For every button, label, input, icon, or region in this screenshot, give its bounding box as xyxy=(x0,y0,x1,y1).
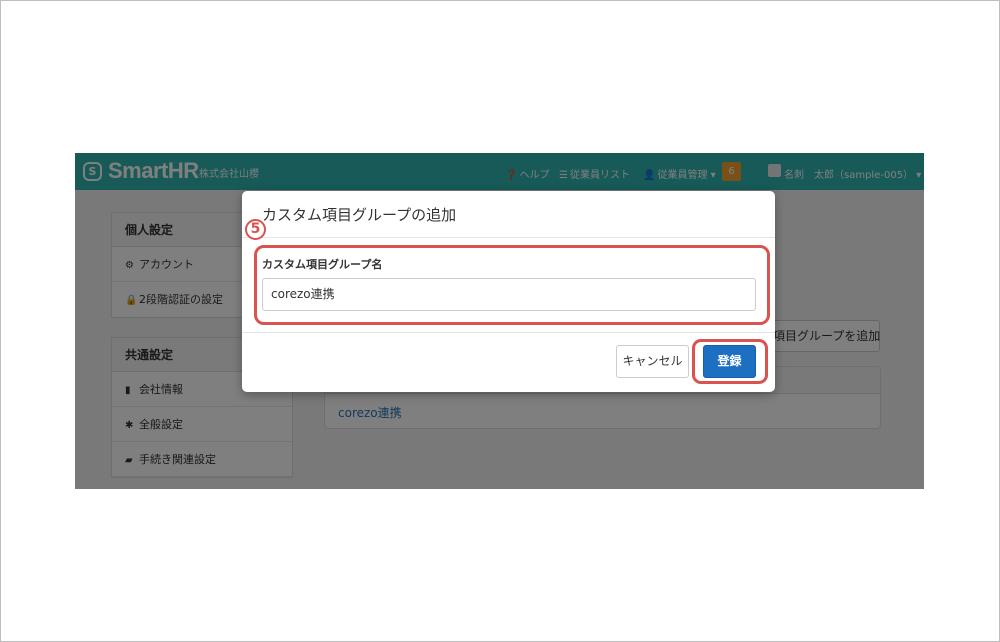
group-name-input[interactable]: corezo連携 xyxy=(262,278,756,311)
app-screenshot: S SmartHR 株式会社山櫻 ❓ヘルプ ☰従業員リスト 👤従業員管理 ▾ 6… xyxy=(75,153,924,489)
divider xyxy=(242,332,775,333)
register-button[interactable]: 登録 xyxy=(703,345,756,378)
divider xyxy=(242,237,775,238)
group-name-label: カスタム項目グループ名 xyxy=(262,258,383,271)
dialog-title: カスタム項目グループの追加 xyxy=(262,206,457,224)
step-number-badge: 5 xyxy=(245,219,266,240)
cancel-button[interactable]: キャンセル xyxy=(616,345,689,378)
add-custom-group-dialog: カスタム項目グループの追加 5 カスタム項目グループ名 corezo連携 キャン… xyxy=(242,191,775,392)
